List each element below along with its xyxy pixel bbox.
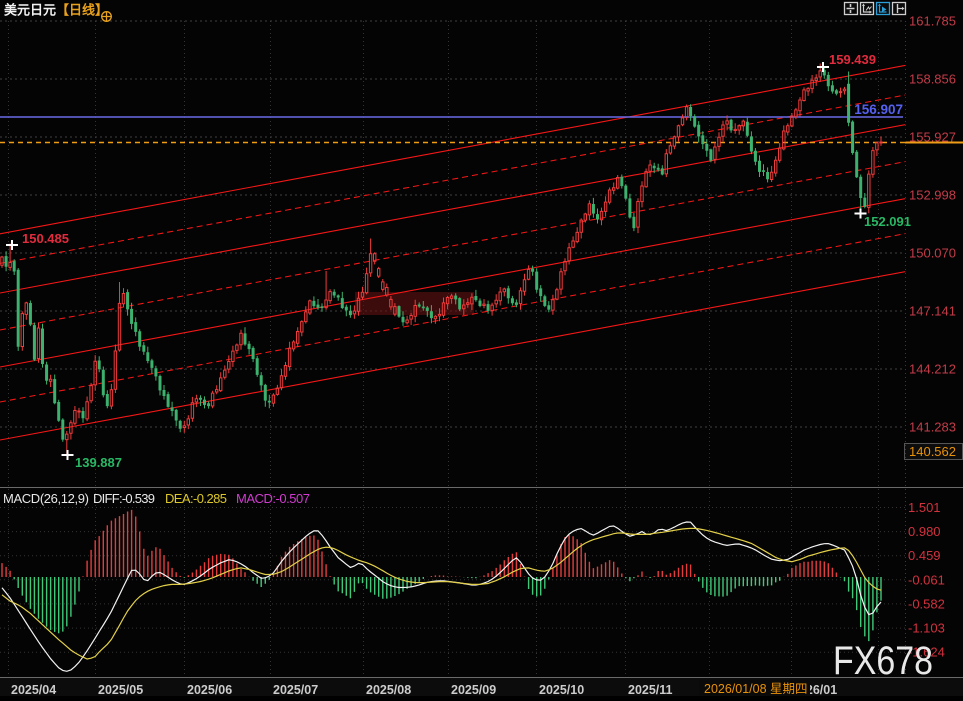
svg-text:美元日元【日线】: 美元日元【日线】 (4, 3, 108, 18)
svg-text:155.927: 155.927 (909, 130, 956, 145)
svg-text:1.501: 1.501 (908, 500, 941, 515)
svg-text:MACD:-0.507: MACD:-0.507 (236, 491, 310, 506)
svg-text:2025/04: 2025/04 (11, 683, 56, 696)
svg-text:147.141: 147.141 (909, 304, 956, 319)
svg-text:152.998: 152.998 (909, 188, 956, 203)
svg-text:2025/11: 2025/11 (628, 683, 673, 696)
svg-text:152.091: 152.091 (864, 214, 911, 229)
svg-text:2025/06: 2025/06 (187, 683, 232, 696)
svg-text:-1.103: -1.103 (908, 621, 945, 636)
svg-text:141.283: 141.283 (909, 420, 956, 435)
svg-text:150.070: 150.070 (909, 246, 956, 261)
svg-text:MACD(26,12,9): MACD(26,12,9) (3, 491, 89, 506)
svg-text:140.562: 140.562 (909, 444, 956, 459)
svg-text:2025/07: 2025/07 (273, 683, 318, 696)
svg-text:139.887: 139.887 (75, 455, 122, 470)
svg-text:159.439: 159.439 (829, 52, 876, 67)
svg-text:DIFF:-0.539: DIFF:-0.539 (93, 491, 155, 506)
svg-text:-0.061: -0.061 (908, 572, 945, 587)
svg-text:2026/01/08 星期四: 2026/01/08 星期四 (704, 682, 808, 696)
svg-text:2025/09: 2025/09 (451, 683, 496, 696)
svg-text:150.485: 150.485 (22, 231, 69, 246)
svg-text:0.459: 0.459 (908, 548, 941, 563)
svg-text:161.785: 161.785 (909, 14, 956, 29)
svg-text:2025/08: 2025/08 (366, 683, 411, 696)
svg-text:156.907: 156.907 (854, 102, 903, 117)
svg-text:2025/10: 2025/10 (539, 683, 584, 696)
svg-text:0.980: 0.980 (908, 524, 941, 539)
svg-text:DEA:-0.285: DEA:-0.285 (165, 491, 227, 506)
svg-text:-0.582: -0.582 (908, 596, 945, 611)
svg-text:144.212: 144.212 (909, 362, 956, 377)
svg-text:158.856: 158.856 (909, 72, 956, 87)
svg-text:FX678: FX678 (833, 639, 933, 683)
svg-text:2025/05: 2025/05 (98, 683, 143, 696)
